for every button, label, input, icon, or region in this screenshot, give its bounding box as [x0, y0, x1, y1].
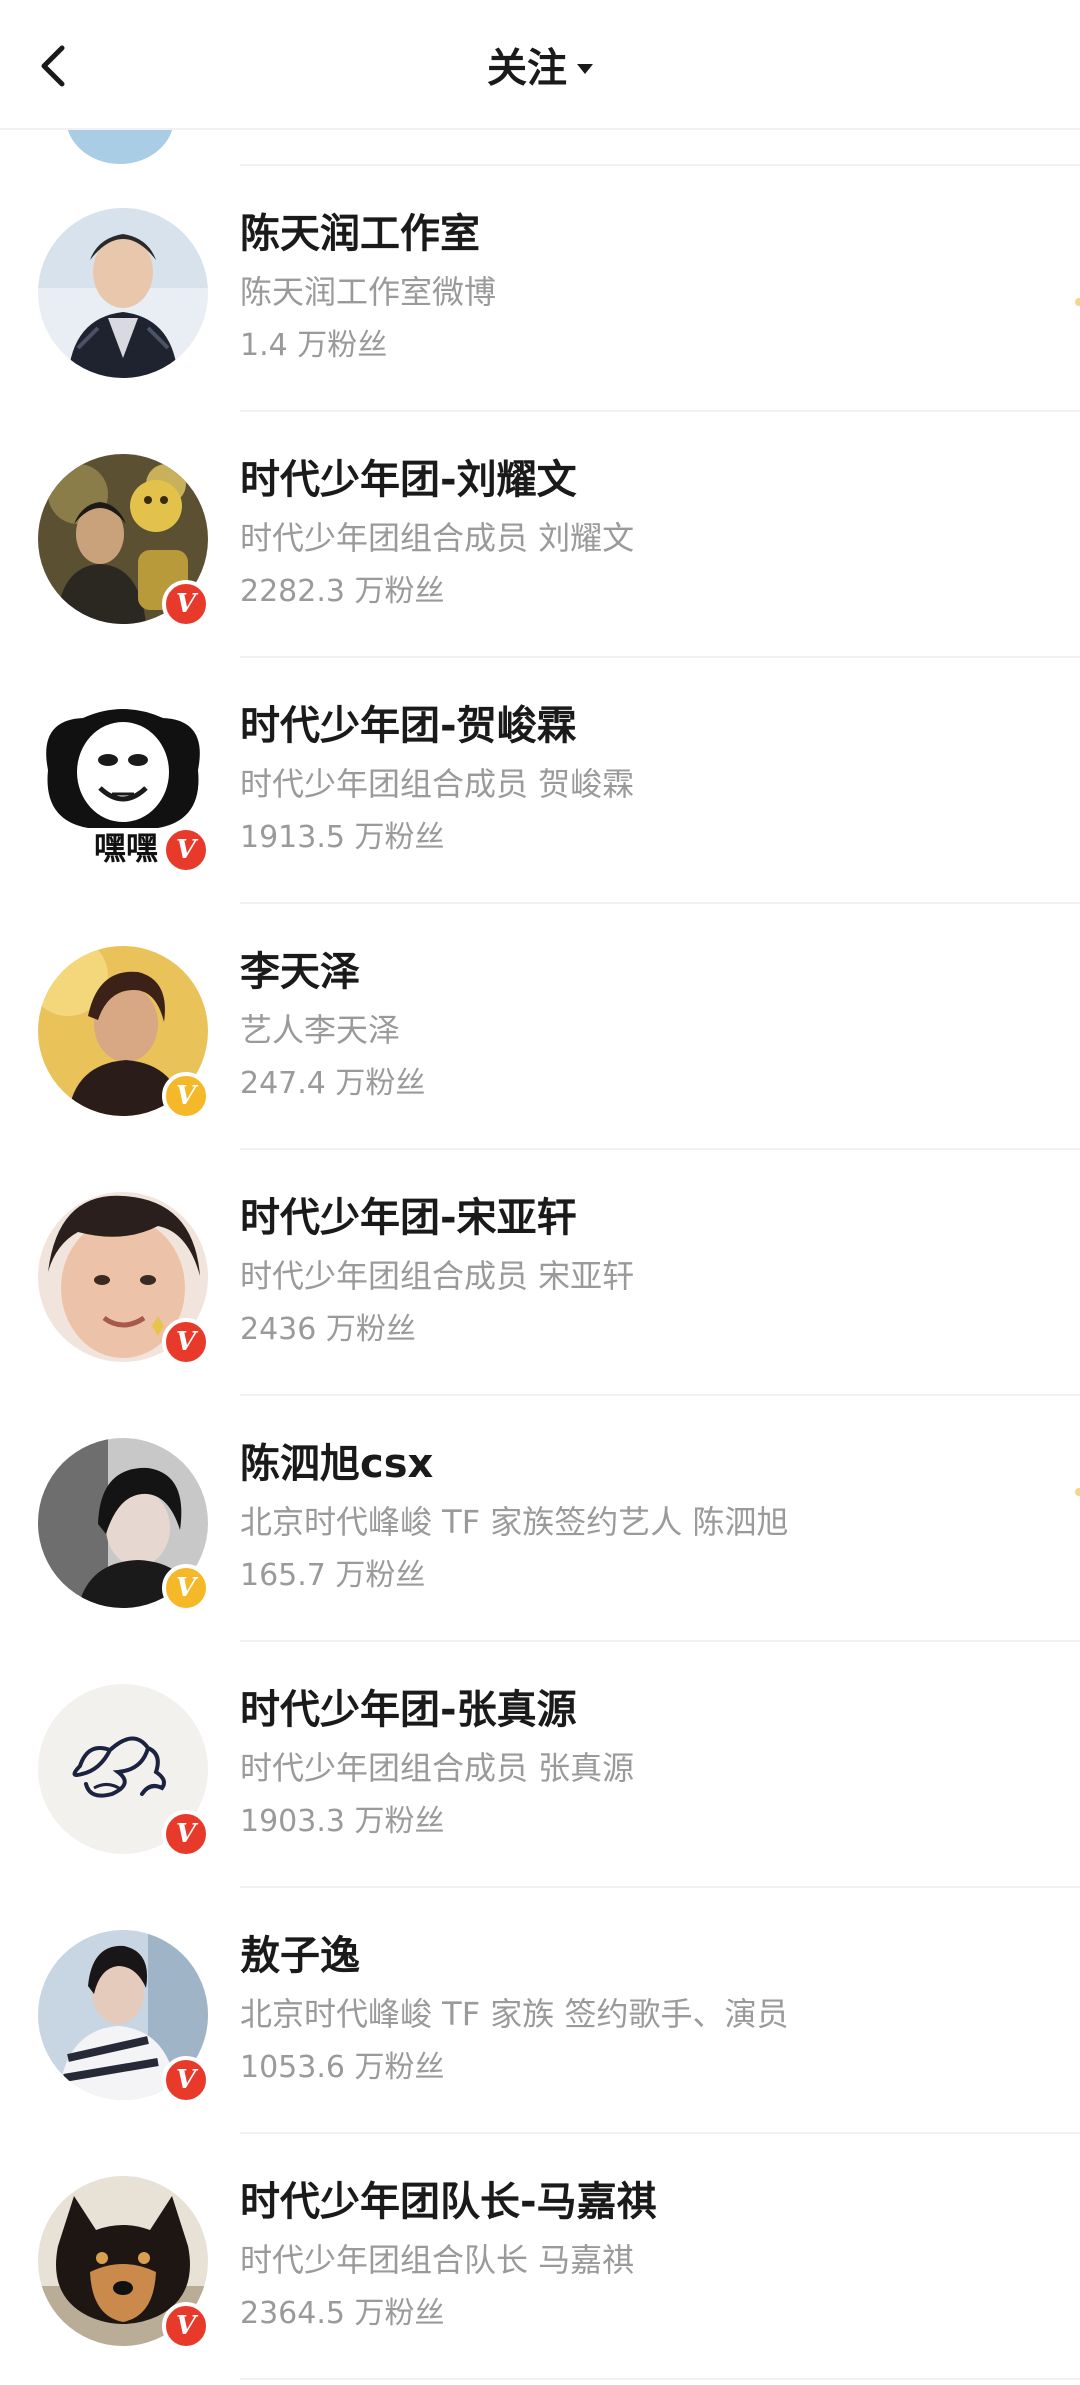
- fan-count: 247.4 万粉丝: [240, 1066, 426, 1101]
- top-nav-bar: 关注: [0, 0, 1080, 130]
- user-description: 北京时代峰峻 TF 家族 签约歌手、演员: [240, 1995, 789, 2033]
- verified-badge-icon: V: [162, 1318, 210, 1366]
- list-item-partial[interactable]: [0, 128, 1080, 166]
- fan-count: 1913.5 万粉丝: [240, 820, 445, 855]
- fan-count: 2436 万粉丝: [240, 1312, 416, 1347]
- fan-count: 1053.6 万粉丝: [240, 2050, 445, 2085]
- verified-badge-icon: V: [162, 1810, 210, 1858]
- verified-badge-icon: V: [162, 580, 210, 628]
- user-description: 时代少年团组合成员 刘耀文: [240, 519, 635, 557]
- list-item[interactable]: V 时代少年团队长-马嘉祺 时代少年团组合队长 马嘉祺 2364.5 万粉丝: [0, 2134, 1080, 2380]
- verified-badge-icon: V: [162, 2056, 210, 2104]
- user-name: 陈泗旭csx: [240, 1441, 434, 1487]
- fan-count: 2282.3 万粉丝: [240, 574, 445, 609]
- list-item[interactable]: V 李天泽 艺人李天泽 247.4 万粉丝: [0, 904, 1080, 1150]
- user-name: 陈天润工作室: [240, 211, 480, 257]
- user-name: 时代少年团-贺峻霖: [240, 703, 577, 749]
- verified-badge-icon: V: [162, 2302, 210, 2350]
- user-description: 北京时代峰峻 TF 家族签约艺人 陈泗旭: [240, 1503, 789, 1541]
- following-list: 陈天润工作室 陈天润工作室微博 1.4 万粉丝 V 时代少年团-刘耀文 时代少年…: [0, 166, 1080, 2380]
- edge-indicator: [1075, 1488, 1080, 1496]
- user-description: 时代少年团组合成员 宋亚轩: [240, 1257, 635, 1295]
- verified-badge-icon: V: [162, 1072, 210, 1120]
- fan-count: 165.7 万粉丝: [240, 1558, 426, 1593]
- list-item[interactable]: V 陈泗旭csx 北京时代峰峻 TF 家族签约艺人 陈泗旭 165.7 万粉丝: [0, 1396, 1080, 1642]
- user-name: 时代少年团-宋亚轩: [240, 1195, 577, 1241]
- avatar[interactable]: [38, 208, 208, 378]
- verified-badge-icon: V: [162, 1564, 210, 1612]
- list-item[interactable]: 嘿嘿 V 时代少年团-贺峻霖 时代少年团组合成员 贺峻霖 1913.5 万粉丝: [0, 658, 1080, 904]
- user-description: 陈天润工作室微博: [240, 273, 497, 311]
- user-name: 敖子逸: [240, 1933, 360, 1979]
- user-description: 艺人李天泽: [240, 1011, 401, 1049]
- user-description: 时代少年团组合队长 马嘉祺: [240, 2241, 635, 2279]
- edge-indicator: [1075, 298, 1080, 306]
- list-item[interactable]: V 时代少年团-张真源 时代少年团组合成员 张真源 1903.3 万粉丝: [0, 1642, 1080, 1888]
- user-name: 时代少年团-张真源: [240, 1687, 577, 1733]
- list-item[interactable]: V 时代少年团-宋亚轩 时代少年团组合成员 宋亚轩 2436 万粉丝: [0, 1150, 1080, 1396]
- user-description: 时代少年团组合成员 张真源: [240, 1749, 635, 1787]
- title-dropdown[interactable]: 关注: [0, 40, 1080, 96]
- verified-badge-icon: V: [162, 826, 210, 874]
- user-name: 时代少年团-刘耀文: [240, 457, 577, 503]
- avatar-caption: 嘿嘿: [93, 829, 158, 867]
- user-name: 李天泽: [240, 949, 360, 995]
- fan-count: 1.4 万粉丝: [240, 328, 388, 363]
- user-description: 时代少年团组合成员 贺峻霖: [240, 765, 635, 803]
- list-item[interactable]: 陈天润工作室 陈天润工作室微博 1.4 万粉丝: [0, 166, 1080, 412]
- fan-count: 1903.3 万粉丝: [240, 1804, 445, 1839]
- avatar: [66, 128, 174, 164]
- caret-down-icon: [577, 63, 593, 74]
- user-name: 时代少年团队长-马嘉祺: [240, 2179, 657, 2225]
- list-item[interactable]: V 时代少年团-刘耀文 时代少年团组合成员 刘耀文 2282.3 万粉丝: [0, 412, 1080, 658]
- page-title: 关注: [487, 45, 567, 92]
- list-item[interactable]: V 敖子逸 北京时代峰峻 TF 家族 签约歌手、演员 1053.6 万粉丝: [0, 1888, 1080, 2134]
- fan-count: 2364.5 万粉丝: [240, 2296, 445, 2331]
